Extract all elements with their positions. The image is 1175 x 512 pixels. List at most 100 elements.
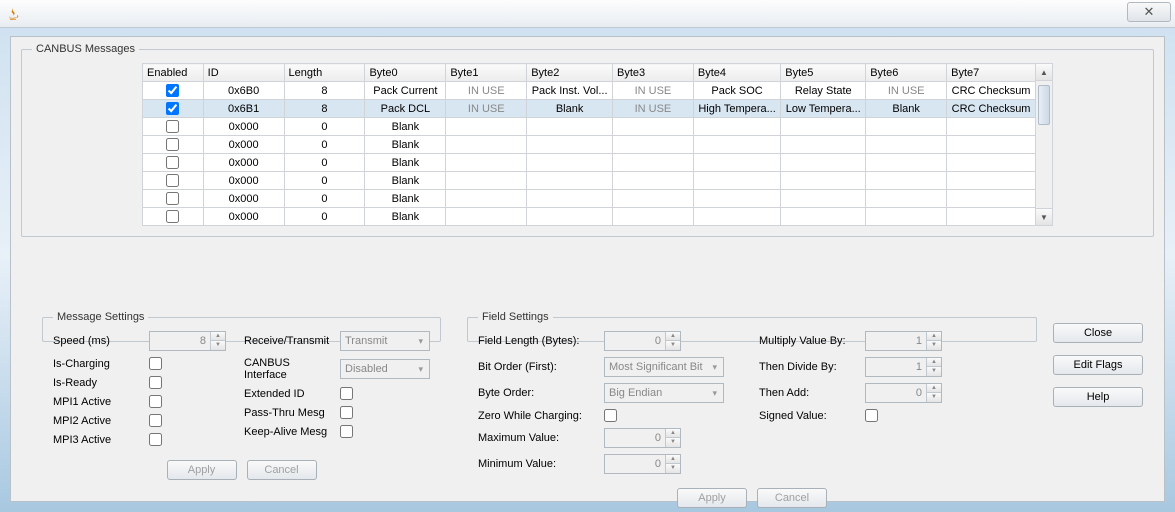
row-byte-cell[interactable] — [866, 118, 947, 136]
row-byte-cell[interactable] — [527, 208, 613, 226]
row-byte-cell[interactable] — [947, 118, 1036, 136]
chevron-down-icon[interactable]: ▼ — [666, 341, 680, 350]
keepalive-checkbox[interactable] — [340, 425, 353, 438]
chevron-down-icon[interactable]: ▼ — [211, 341, 225, 350]
table-row[interactable]: 0x6B18Pack DCLIN USEBlankIN USEHigh Temp… — [143, 100, 1036, 118]
row-byte-cell[interactable] — [866, 154, 947, 172]
row-byte-cell[interactable]: Blank — [365, 172, 446, 190]
rx-tx-select[interactable]: Transmit — [340, 331, 430, 351]
row-enabled-checkbox[interactable] — [166, 120, 179, 133]
row-byte-cell[interactable] — [612, 136, 693, 154]
table-row[interactable]: 0x6B08Pack CurrentIN USEPack Inst. Vol..… — [143, 82, 1036, 100]
row-byte-cell[interactable] — [866, 172, 947, 190]
close-button[interactable]: Close — [1053, 323, 1143, 343]
window-close-button[interactable]: ✕ — [1127, 2, 1171, 22]
chevron-down-icon[interactable]: ▼ — [927, 341, 941, 350]
scroll-thumb[interactable] — [1038, 85, 1050, 125]
chevron-down-icon[interactable]: ▼ — [666, 438, 680, 447]
row-byte-cell[interactable]: Blank — [365, 118, 446, 136]
row-enabled-checkbox[interactable] — [166, 84, 179, 97]
row-byte-cell[interactable]: Pack Inst. Vol... — [527, 82, 613, 100]
canbus-table[interactable]: EnabledIDLengthByte0Byte1Byte2Byte3Byte4… — [142, 63, 1036, 226]
multiply-spinner[interactable]: ▲▼ — [865, 331, 942, 351]
row-byte-cell[interactable] — [781, 136, 866, 154]
column-header[interactable]: Byte4 — [693, 64, 780, 82]
row-byte-cell[interactable]: IN USE — [446, 82, 527, 100]
extid-checkbox[interactable] — [340, 387, 353, 400]
bit-order-select[interactable]: Most Significant Bit — [604, 357, 724, 377]
table-row[interactable]: 0x0000Blank — [143, 118, 1036, 136]
row-byte-cell[interactable] — [446, 190, 527, 208]
chevron-up-icon[interactable]: ▲ — [927, 358, 941, 367]
chevron-up-icon[interactable]: ▲ — [666, 429, 680, 438]
row-byte-cell[interactable]: Blank — [365, 190, 446, 208]
row-byte-cell[interactable] — [947, 208, 1036, 226]
row-byte-cell[interactable] — [866, 136, 947, 154]
divide-spinner[interactable]: ▲▼ — [865, 357, 942, 377]
row-byte-cell[interactable] — [527, 190, 613, 208]
chevron-up-icon[interactable]: ▲ — [666, 455, 680, 464]
chevron-up-icon[interactable]: ▲ — [927, 332, 941, 341]
row-enabled-checkbox[interactable] — [166, 210, 179, 223]
row-byte-cell[interactable] — [446, 172, 527, 190]
row-byte-cell[interactable] — [527, 154, 613, 172]
fld-cancel-button[interactable]: Cancel — [757, 488, 827, 508]
row-byte-cell[interactable] — [446, 136, 527, 154]
row-byte-cell[interactable]: Blank — [527, 100, 613, 118]
row-byte-cell[interactable]: Low Tempera... — [781, 100, 866, 118]
chevron-down-icon[interactable]: ▼ — [927, 393, 941, 402]
speed-spinner[interactable]: ▲▼ — [149, 331, 226, 351]
msg-cancel-button[interactable]: Cancel — [247, 460, 317, 480]
column-header[interactable]: Byte1 — [446, 64, 527, 82]
passthru-checkbox[interactable] — [340, 406, 353, 419]
row-byte-cell[interactable]: Blank — [365, 154, 446, 172]
row-byte-cell[interactable] — [947, 190, 1036, 208]
table-row[interactable]: 0x0000Blank — [143, 208, 1036, 226]
row-byte-cell[interactable] — [781, 190, 866, 208]
column-header[interactable]: Byte7 — [947, 64, 1036, 82]
scroll-down-icon[interactable]: ▼ — [1036, 208, 1052, 225]
row-byte-cell[interactable]: Relay State — [781, 82, 866, 100]
scroll-up-icon[interactable]: ▲ — [1036, 64, 1052, 81]
row-byte-cell[interactable] — [693, 136, 780, 154]
mpi3-checkbox[interactable] — [149, 433, 162, 446]
table-row[interactable]: 0x0000Blank — [143, 190, 1036, 208]
row-byte-cell[interactable]: IN USE — [866, 82, 947, 100]
row-byte-cell[interactable]: IN USE — [446, 100, 527, 118]
row-byte-cell[interactable] — [446, 154, 527, 172]
row-byte-cell[interactable]: IN USE — [612, 100, 693, 118]
byte-order-select[interactable]: Big Endian — [604, 383, 724, 403]
row-byte-cell[interactable] — [693, 208, 780, 226]
table-row[interactable]: 0x0000Blank — [143, 172, 1036, 190]
row-enabled-checkbox[interactable] — [166, 156, 179, 169]
mpi2-checkbox[interactable] — [149, 414, 162, 427]
row-enabled-checkbox[interactable] — [166, 138, 179, 151]
row-enabled-checkbox[interactable] — [166, 174, 179, 187]
row-byte-cell[interactable]: Pack DCL — [365, 100, 446, 118]
row-byte-cell[interactable]: Pack SOC — [693, 82, 780, 100]
fld-apply-button[interactable]: Apply — [677, 488, 747, 508]
row-byte-cell[interactable] — [693, 118, 780, 136]
row-byte-cell[interactable] — [527, 118, 613, 136]
row-byte-cell[interactable] — [947, 172, 1036, 190]
zero-charging-checkbox[interactable] — [604, 409, 617, 422]
row-byte-cell[interactable] — [446, 208, 527, 226]
row-byte-cell[interactable]: IN USE — [612, 82, 693, 100]
row-enabled-checkbox[interactable] — [166, 102, 179, 115]
field-length-spinner[interactable]: ▲▼ — [604, 331, 681, 351]
column-header[interactable]: Byte6 — [866, 64, 947, 82]
table-row[interactable]: 0x0000Blank — [143, 136, 1036, 154]
row-byte-cell[interactable] — [781, 118, 866, 136]
row-byte-cell[interactable]: Blank — [866, 100, 947, 118]
column-header[interactable]: Byte0 — [365, 64, 446, 82]
isready-checkbox[interactable] — [149, 376, 162, 389]
row-byte-cell[interactable]: Pack Current — [365, 82, 446, 100]
chevron-down-icon[interactable]: ▼ — [927, 367, 941, 376]
row-byte-cell[interactable] — [612, 190, 693, 208]
row-byte-cell[interactable] — [866, 208, 947, 226]
row-byte-cell[interactable] — [781, 172, 866, 190]
chevron-up-icon[interactable]: ▲ — [927, 384, 941, 393]
column-header[interactable]: ID — [203, 64, 284, 82]
row-byte-cell[interactable] — [693, 190, 780, 208]
chevron-up-icon[interactable]: ▲ — [666, 332, 680, 341]
